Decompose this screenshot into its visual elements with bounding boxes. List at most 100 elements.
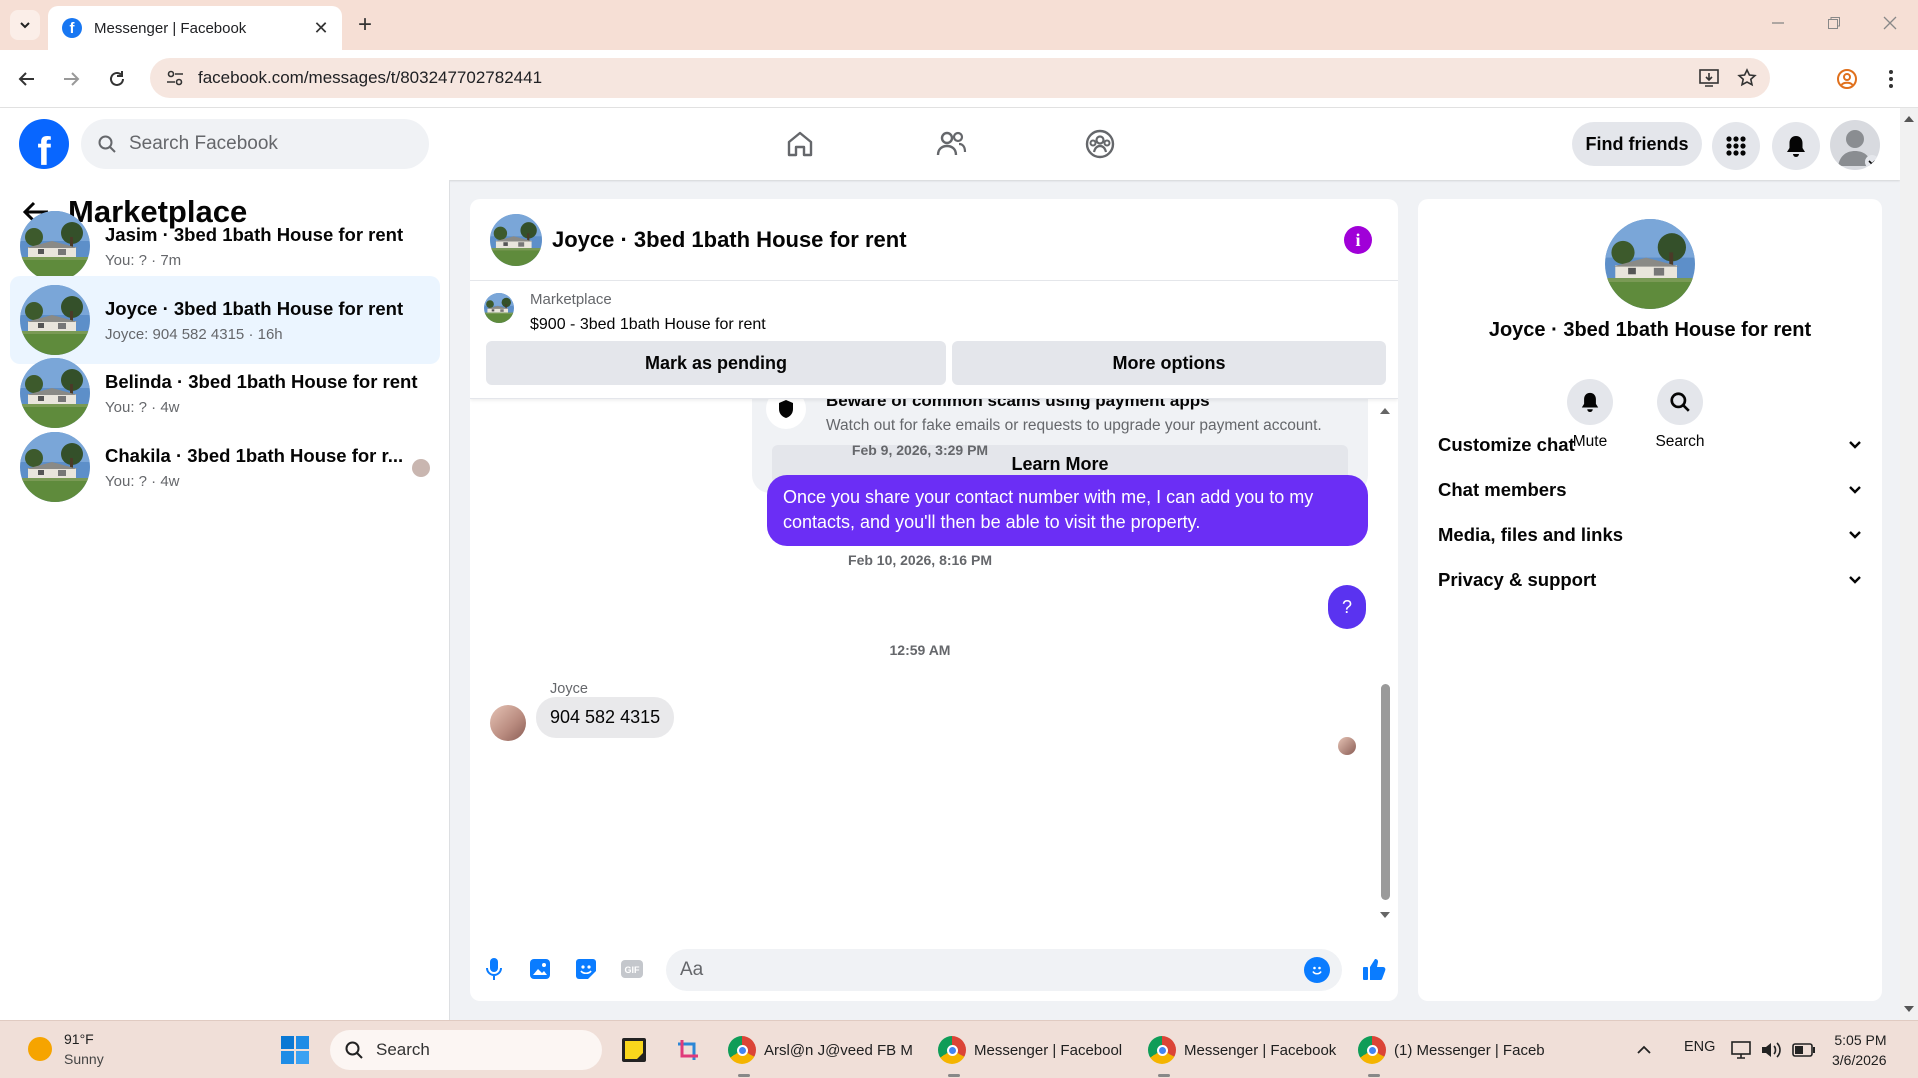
- back-arrow-icon[interactable]: [12, 64, 42, 94]
- sun-icon[interactable]: [28, 1037, 52, 1061]
- conversation-text: Belinda · 3bed 1bath House for rent You: …: [105, 371, 418, 416]
- network-icon[interactable]: [1730, 1029, 1752, 1071]
- omnibox[interactable]: facebook.com/messages/t/803247702782441: [150, 58, 1770, 98]
- new-tab-button[interactable]: +: [350, 10, 380, 40]
- friends-icon[interactable]: [929, 124, 973, 164]
- details-section-row[interactable]: Privacy & support: [1438, 560, 1862, 600]
- system-clock[interactable]: 5:05 PM 3/6/2026: [1832, 1030, 1887, 1070]
- window-minimize-icon[interactable]: [1760, 8, 1796, 38]
- facebook-logo-icon[interactable]: f: [19, 119, 69, 169]
- clock-time: 5:05 PM: [1834, 1032, 1887, 1048]
- chat-details-panel: Joyce · 3bed 1bath House for rent Mute S…: [1418, 199, 1882, 1001]
- tab-close-icon[interactable]: ✕: [308, 15, 334, 41]
- taskbar-search-label: Search: [376, 1040, 430, 1059]
- message-thread: Beware of common scams using payment app…: [470, 399, 1398, 939]
- scam-warning-description: Watch out for fake emails or requests to…: [826, 417, 1322, 434]
- outgoing-message[interactable]: ?: [1328, 585, 1366, 629]
- emoji-icon[interactable]: [1304, 957, 1330, 983]
- site-settings-icon[interactable]: [160, 63, 190, 93]
- listing-price-title[interactable]: $900 - 3bed 1bath House for rent: [530, 316, 766, 334]
- chat-panel: Joyce · 3bed 1bath House for rent i Mark…: [470, 199, 1398, 1001]
- sticky-notes-icon[interactable]: [620, 1029, 648, 1071]
- find-friends-button[interactable]: Find friends: [1572, 122, 1702, 166]
- reload-icon[interactable]: [102, 64, 132, 94]
- show-hidden-icons-chevron-icon[interactable]: [1636, 1029, 1652, 1071]
- chrome-icon: [1148, 1036, 1176, 1064]
- conversation-preview: You: ? · 4w: [105, 398, 180, 416]
- facebook-search-input[interactable]: Search Facebook: [81, 119, 429, 169]
- details-section-row[interactable]: Chat members: [1438, 470, 1862, 510]
- message-timestamp: Feb 10, 2026, 8:16 PM: [848, 552, 992, 568]
- message-timestamp: 12:59 AM: [889, 642, 951, 658]
- conversation-thumbnail: [20, 432, 90, 502]
- menu-grid-icon[interactable]: [1712, 122, 1760, 170]
- listing-thumbnail[interactable]: [484, 293, 514, 323]
- url-text[interactable]: facebook.com/messages/t/803247702782441: [198, 68, 1694, 88]
- chat-scrollbar-thumb[interactable]: [1381, 684, 1390, 900]
- mark-as-pending-button[interactable]: Mark as pending: [486, 341, 946, 385]
- browser-menu-icon[interactable]: [1876, 64, 1906, 94]
- conversation-name: Jasim · 3bed 1bath House for rent: [105, 223, 404, 245]
- bookmark-star-icon[interactable]: [1732, 63, 1762, 93]
- volume-icon[interactable]: [1760, 1029, 1782, 1071]
- window-close-icon[interactable]: [1872, 8, 1908, 38]
- running-indicator: [1158, 1074, 1170, 1077]
- tab-list-dropdown[interactable]: [10, 10, 40, 40]
- chat-scrollbar[interactable]: [1378, 404, 1392, 924]
- chat-thumbnail[interactable]: [490, 213, 542, 266]
- message-input[interactable]: Aa: [666, 949, 1342, 991]
- photo-icon[interactable]: [522, 951, 558, 987]
- weather-temperature[interactable]: 91°F: [64, 1031, 94, 1047]
- listing-banner: Marketplace $900 - 3bed 1bath House for …: [470, 281, 1398, 399]
- conversation-preview: Joyce: 904 582 4315 · 16h: [105, 325, 283, 343]
- tab-title: Messenger | Facebook: [94, 19, 247, 37]
- browser-tab-active[interactable]: f Messenger | Facebook ✕: [48, 6, 342, 50]
- taskbar-chrome-window[interactable]: Messenger | Facebool: [938, 1029, 1122, 1077]
- conversation-thumbnail: [20, 358, 90, 428]
- thumbs-up-icon[interactable]: [1356, 951, 1392, 987]
- microphone-icon[interactable]: [476, 951, 512, 987]
- groups-icon[interactable]: [1078, 124, 1122, 164]
- taskbar-chrome-window[interactable]: Messenger | Facebook: [1148, 1029, 1336, 1077]
- details-section-row[interactable]: Media, files and links: [1438, 515, 1862, 555]
- input-language[interactable]: ENG: [1684, 1039, 1715, 1055]
- conversation-preview: You: ? · 4w: [105, 472, 180, 490]
- chat-details-avatar[interactable]: [1605, 219, 1695, 309]
- battery-icon[interactable]: [1792, 1029, 1816, 1071]
- running-indicator: [948, 1074, 960, 1077]
- message-input-placeholder: Aa: [680, 959, 704, 980]
- profile-icon[interactable]: [1832, 64, 1862, 94]
- install-app-icon[interactable]: [1694, 63, 1724, 93]
- outgoing-message[interactable]: Once you share your contact number with …: [767, 475, 1368, 546]
- info-icon[interactable]: i: [1344, 226, 1372, 254]
- snipping-tool-icon[interactable]: [674, 1029, 702, 1071]
- taskbar-chrome-window[interactable]: Arsl@n J@veed FB M: [728, 1029, 913, 1077]
- taskbar-search[interactable]: Search: [330, 1030, 602, 1070]
- message-composer: GIF Aa: [470, 941, 1398, 1001]
- conversation-text: Chakila · 3bed 1bath House for r... You: …: [105, 445, 403, 490]
- sender-name: Joyce: [550, 681, 588, 697]
- incoming-message[interactable]: 904 582 4315: [536, 697, 675, 738]
- notifications-bell-icon[interactable]: [1772, 122, 1820, 170]
- more-options-button[interactable]: More options: [952, 341, 1386, 385]
- chat-title[interactable]: Joyce · 3bed 1bath House for rent: [552, 227, 907, 253]
- window-restore-icon[interactable]: [1816, 8, 1852, 38]
- details-section-label: Chat members: [1438, 479, 1567, 500]
- sticker-icon[interactable]: [568, 951, 604, 987]
- conversation-thumbnail: [20, 211, 90, 281]
- browser-address-bar: facebook.com/messages/t/803247702782441: [0, 50, 1918, 108]
- details-section-row[interactable]: Customize chat: [1438, 425, 1862, 465]
- windows-start-icon[interactable]: [280, 1029, 310, 1071]
- home-icon[interactable]: [778, 124, 822, 164]
- account-avatar[interactable]: [1830, 120, 1880, 170]
- gif-icon[interactable]: GIF: [614, 951, 650, 987]
- chrome-icon: [938, 1036, 966, 1064]
- taskbar-chrome-window[interactable]: (1) Messenger | Faceb: [1358, 1029, 1545, 1077]
- conversation-preview: You: ? · 7m: [105, 251, 182, 269]
- page-scrollbar[interactable]: [1900, 108, 1918, 1020]
- sender-avatar[interactable]: [490, 705, 526, 741]
- weather-description[interactable]: Sunny: [64, 1051, 104, 1067]
- chrome-icon: [1358, 1036, 1386, 1064]
- forward-arrow-icon[interactable]: [56, 64, 86, 94]
- conversation-item[interactable]: Chakila · 3bed 1bath House for r... You: …: [10, 423, 440, 511]
